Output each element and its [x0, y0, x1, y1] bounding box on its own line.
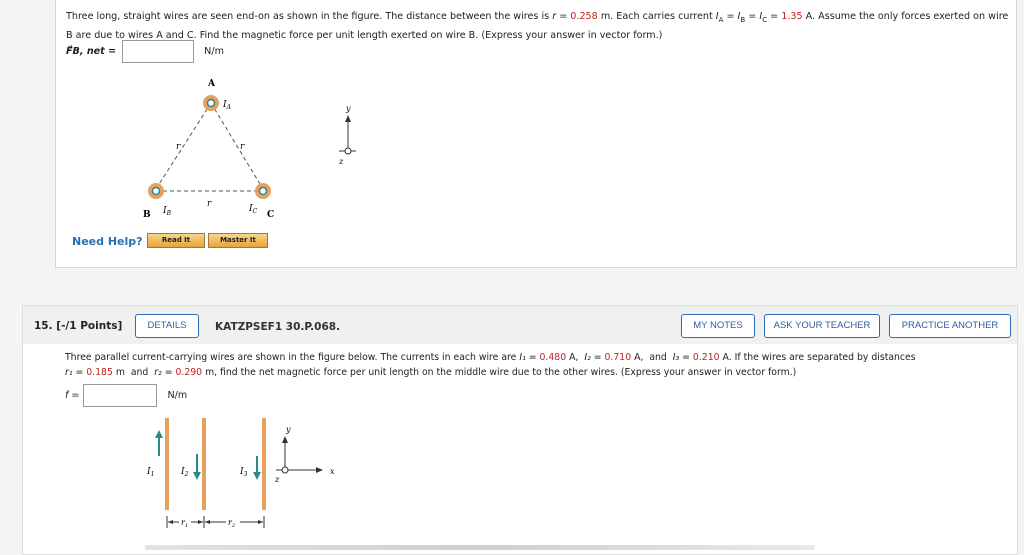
- label-r-right: r: [240, 142, 245, 152]
- label-A: A: [207, 79, 216, 89]
- svg-text:z: z: [338, 157, 344, 166]
- label-C: C: [267, 210, 274, 220]
- answer-row-2: f = N/m: [65, 384, 187, 407]
- answer-unit: N/m: [167, 390, 188, 401]
- points-label: 15. [-/1 Points]: [34, 320, 123, 332]
- svg-text:y: y: [345, 104, 351, 113]
- svg-text:I1: I1: [146, 467, 154, 478]
- svg-text:I2: I2: [180, 467, 189, 478]
- read-it-button[interactable]: Read It: [147, 233, 205, 248]
- triangle-wires-figure: A IA B IB C IC r r r y x z: [143, 79, 356, 220]
- axes-icon: y x z: [274, 425, 335, 484]
- problem-2-header: 15. [-/1 Points] DETAILS KATZPSEF1 30.P.…: [22, 305, 1018, 346]
- problem-1-text: Three long, straight wires are seen end-…: [66, 11, 1009, 41]
- wire-A: [203, 95, 219, 111]
- answer-row-1: F⃗B, net = N/m: [66, 40, 224, 63]
- problem-card-2: Three parallel current-carrying wires ar…: [22, 344, 1018, 555]
- r-value: 0.258: [570, 11, 598, 22]
- label-IC: IC: [248, 204, 258, 215]
- dashed-line-AB: [155, 102, 212, 190]
- parallel-wires-figure: I1 I2 I3 y x z r1 r2: [146, 418, 335, 529]
- current-value: 1.35: [781, 11, 803, 22]
- svg-text:y: y: [285, 425, 291, 434]
- wire-B: [148, 183, 164, 199]
- label-B: B: [143, 210, 151, 220]
- problem-2-text: Three parallel current-carrying wires ar…: [65, 352, 916, 378]
- label-IA: IA: [222, 100, 232, 111]
- wire-1: I1: [146, 418, 169, 510]
- need-help-label: Need Help?: [72, 235, 143, 248]
- wire-2: I2: [180, 418, 206, 510]
- svg-text:r2: r2: [228, 518, 235, 529]
- master-it-button[interactable]: Master It: [208, 233, 268, 248]
- details-button[interactable]: DETAILS: [135, 314, 199, 338]
- label-r-left: r: [176, 142, 181, 152]
- problem-code: KATZPSEF1 30.P.068.: [215, 321, 341, 333]
- svg-text:z: z: [274, 475, 280, 484]
- answer-unit: N/m: [204, 46, 224, 57]
- practice-another-button[interactable]: PRACTICE ANOTHER: [889, 314, 1011, 338]
- fb-net-input[interactable]: [122, 40, 195, 63]
- wire-C: [255, 183, 271, 199]
- svg-text:I3: I3: [239, 467, 248, 478]
- axes-icon: y x z: [338, 104, 356, 166]
- problem-card-1: Three long, straight wires are seen end-…: [55, 0, 1017, 268]
- my-notes-button[interactable]: MY NOTES: [681, 314, 755, 338]
- label-IB: IB: [162, 206, 172, 217]
- ask-your-teacher-button[interactable]: ASK YOUR TEACHER: [764, 314, 880, 338]
- dashed-line-AC: [210, 102, 264, 190]
- svg-text:r1: r1: [181, 518, 188, 529]
- f-input[interactable]: [83, 384, 158, 407]
- label-r-bottom: r: [207, 199, 212, 209]
- answer-label: F⃗B, net =: [66, 46, 117, 57]
- answer-label: f =: [65, 390, 80, 401]
- distance-markers: r1 r2: [166, 516, 265, 529]
- svg-text:x: x: [330, 467, 335, 476]
- wire-3: I3: [239, 418, 266, 510]
